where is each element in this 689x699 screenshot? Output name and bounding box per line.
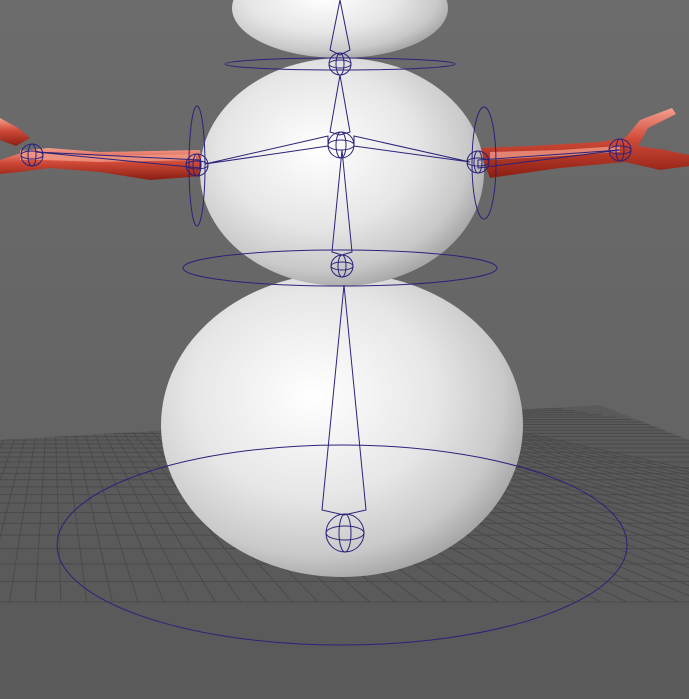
3d-viewport[interactable] [0, 0, 689, 699]
head-sphere [232, 0, 448, 58]
snowman-scene [0, 0, 689, 699]
left-arm-twig[interactable] [0, 118, 204, 180]
middle-sphere [200, 58, 484, 286]
right-arm-twig[interactable] [478, 108, 689, 178]
bottom-sphere [161, 273, 523, 577]
